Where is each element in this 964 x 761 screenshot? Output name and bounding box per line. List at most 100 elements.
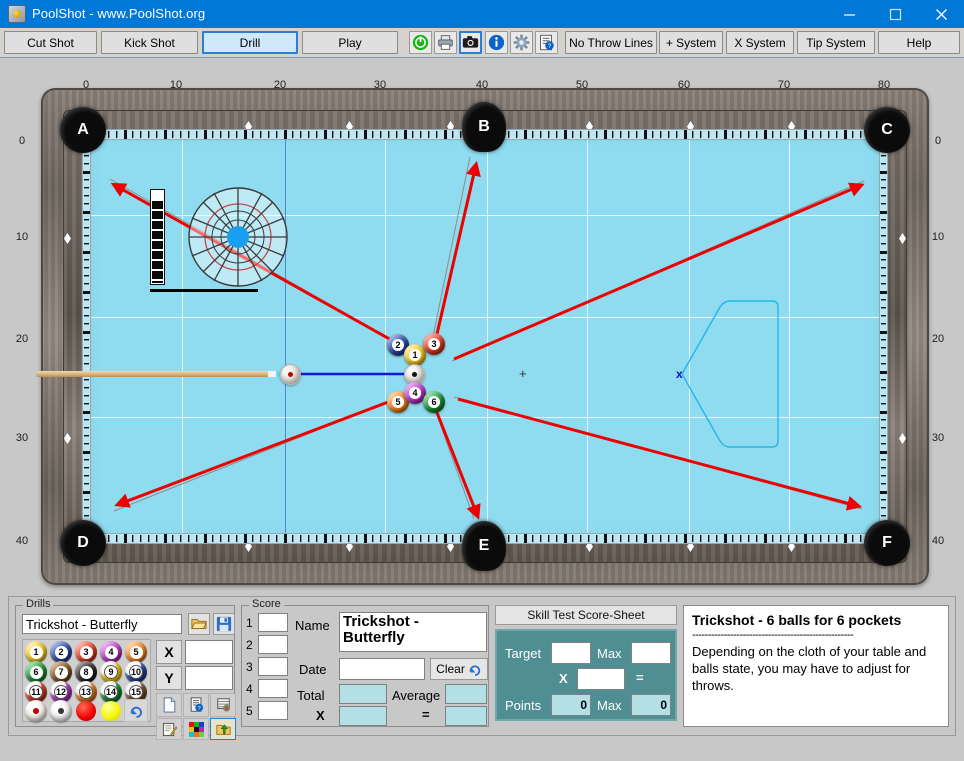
- score-row-field-4[interactable]: [258, 679, 288, 698]
- ball-3[interactable]: 3: [423, 333, 445, 355]
- palette-undo-arrow-icon[interactable]: [124, 699, 148, 722]
- palette-red-ball[interactable]: [76, 701, 96, 721]
- palette-ball-9[interactable]: 9: [100, 661, 122, 683]
- export-folder-icon[interactable]: [210, 718, 236, 740]
- palette-yellow-ball[interactable]: [101, 701, 121, 721]
- score-row-field-2[interactable]: [258, 635, 288, 654]
- score-clear-button[interactable]: Clear: [430, 658, 488, 680]
- palette-cueball-black-spot[interactable]: [50, 700, 72, 722]
- tab-cut-shot[interactable]: Cut Shot: [4, 31, 97, 54]
- title-bar: PoolShot - www.PoolShot.org: [0, 0, 964, 28]
- ball-number: 11: [29, 685, 43, 699]
- table-settings-icon[interactable]: [210, 693, 236, 717]
- minimize-button[interactable]: [826, 0, 872, 28]
- score-name-field[interactable]: Trickshot - Butterfly: [339, 612, 487, 652]
- button-x-system[interactable]: X System: [726, 31, 794, 54]
- tab-drill[interactable]: Drill: [202, 31, 298, 54]
- rack-triangle: [681, 300, 779, 448]
- help-document-icon[interactable]: ?: [535, 31, 558, 54]
- axis-x-button[interactable]: X: [156, 640, 182, 664]
- camera-icon[interactable]: [459, 31, 482, 54]
- page-help-icon[interactable]: ?: [183, 693, 209, 717]
- skill-max2-field[interactable]: 0: [631, 694, 671, 716]
- drill-ball-palette[interactable]: 1 2 3 4 5 6 7 8 9 10 11 12 13 14 15: [22, 639, 151, 722]
- palette-ball-4[interactable]: 4: [100, 641, 122, 663]
- score-row-field-1[interactable]: [258, 613, 288, 632]
- palette-ball-5[interactable]: 5: [125, 641, 147, 663]
- edit-notes-icon[interactable]: [156, 718, 182, 740]
- power-bar[interactable]: [150, 189, 165, 285]
- skill-times-field[interactable]: [577, 668, 625, 690]
- ball-number: 1: [29, 645, 43, 659]
- open-folder-icon[interactable]: [188, 613, 210, 635]
- ball-number: 15: [129, 685, 143, 699]
- undo-arrow-icon: [469, 665, 480, 676]
- pocket-E[interactable]: E: [462, 521, 506, 571]
- score-row-field-3[interactable]: [258, 657, 288, 676]
- ball-number: 4: [104, 645, 118, 659]
- button-tip-system[interactable]: Tip System: [797, 31, 875, 54]
- english-target[interactable]: [180, 185, 298, 289]
- axis-x-field[interactable]: [185, 640, 233, 664]
- skill-max1-field[interactable]: [631, 642, 671, 664]
- button-help[interactable]: Help: [878, 31, 960, 54]
- palette-ball-10[interactable]: 10: [125, 661, 147, 683]
- power-baseline: [150, 289, 258, 292]
- y-tick-right-20: 20: [931, 333, 945, 345]
- score-average-field[interactable]: [445, 684, 487, 704]
- window-title: PoolShot - www.PoolShot.org: [32, 6, 206, 21]
- palette-ball-14[interactable]: 14: [100, 681, 122, 703]
- pocket-C[interactable]: C: [864, 107, 910, 153]
- skill-test-group: Skill Test Score-Sheet Target Max X = Po…: [495, 605, 677, 727]
- pocket-D[interactable]: D: [60, 520, 106, 566]
- pocket-F[interactable]: F: [864, 520, 910, 566]
- palette-ball-6[interactable]: 6: [25, 661, 47, 683]
- score-equals-field[interactable]: [445, 706, 487, 726]
- palette-ball-3[interactable]: 3: [75, 641, 97, 663]
- palette-ball-1[interactable]: 1: [25, 641, 47, 663]
- pool-table[interactable]: + x 2 1 3 5 4 6 A B C D E F: [36, 88, 929, 585]
- score-times-field[interactable]: [339, 706, 387, 726]
- tab-kick-shot[interactable]: Kick Shot: [101, 31, 198, 54]
- y-tick-right-40: 40: [931, 535, 945, 547]
- palette-ball-8[interactable]: 8: [75, 661, 97, 683]
- cue-stick[interactable]: [36, 371, 280, 377]
- ball-number: 6: [428, 396, 440, 408]
- table-area: 0 10 20 30 40 50 60 70 80 0 10 20 30 40 …: [0, 58, 964, 592]
- score-total-field[interactable]: [339, 684, 387, 704]
- palette-ball-7[interactable]: 7: [50, 661, 72, 683]
- skill-points-field[interactable]: 0: [551, 694, 591, 716]
- axis-y-field[interactable]: [185, 666, 233, 690]
- button-plus-system[interactable]: + System: [659, 31, 723, 54]
- palette-cueball-red-spot[interactable]: [25, 700, 47, 722]
- info-icon[interactable]: [485, 31, 508, 54]
- axis-y-button[interactable]: Y: [156, 666, 182, 690]
- score-date-label: Date: [299, 662, 327, 677]
- score-date-field[interactable]: [339, 658, 425, 680]
- ball-6[interactable]: 6: [423, 391, 445, 413]
- tab-play[interactable]: Play: [302, 31, 398, 54]
- color-palette-icon[interactable]: [183, 718, 209, 740]
- y-tick-left-10: 10: [15, 231, 29, 243]
- ball-number: 1: [409, 349, 421, 361]
- palette-ball-2[interactable]: 2: [50, 641, 72, 663]
- spin-control-widget[interactable]: [150, 187, 300, 299]
- new-page-icon[interactable]: [156, 693, 182, 717]
- power-icon[interactable]: [409, 31, 432, 54]
- palette-ball-13[interactable]: 13: [75, 681, 97, 703]
- cue-ball-start[interactable]: [280, 364, 301, 385]
- table-cloth[interactable]: + x 2 1 3 5 4 6: [36, 129, 888, 544]
- skill-target-field[interactable]: [551, 642, 591, 664]
- maximize-button[interactable]: [872, 0, 918, 28]
- ball-number: 10: [129, 665, 143, 679]
- pocket-B[interactable]: B: [462, 102, 506, 152]
- drill-name-field[interactable]: Trickshot - Butterfly: [22, 614, 182, 634]
- description-title: Trickshot - 6 balls for 6 pockets: [692, 612, 902, 628]
- pocket-A[interactable]: A: [60, 107, 106, 153]
- score-row-field-5[interactable]: [258, 701, 288, 720]
- save-disk-icon[interactable]: [213, 613, 235, 635]
- button-no-throw-lines[interactable]: No Throw Lines: [565, 31, 657, 54]
- printer-icon[interactable]: [434, 31, 457, 54]
- gear-icon[interactable]: [510, 31, 533, 54]
- close-button[interactable]: [918, 0, 964, 28]
